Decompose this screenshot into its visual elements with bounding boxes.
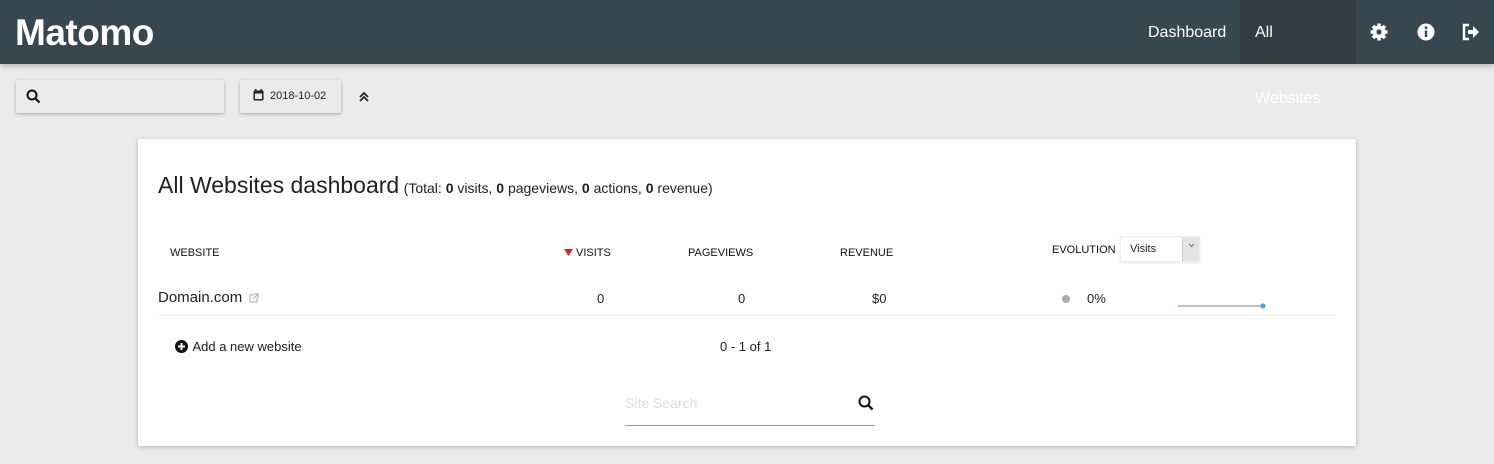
top-navbar: Matomo Dashboard All Websites: [0, 0, 1494, 107]
pageviews-cell: 0: [738, 291, 746, 306]
search-input[interactable]: [16, 80, 224, 113]
evolution-metric-select[interactable]: Visits: [1120, 236, 1200, 262]
evolution-cell: 0%: [1087, 291, 1106, 306]
all-websites-card: All Websites dashboard (Total: 0 visits,…: [138, 139, 1356, 446]
row-divider: [158, 315, 1336, 316]
revenue-label: revenue): [653, 180, 713, 196]
evolution-select-value: Visits: [1130, 243, 1157, 255]
sort-desc-icon: [564, 249, 573, 256]
visits-cell: 0: [597, 291, 605, 306]
search-icon[interactable]: [858, 395, 874, 411]
pageviews-label: pageviews,: [504, 180, 582, 196]
search-icon: [26, 89, 41, 104]
website-link[interactable]: Domain.com: [158, 289, 242, 306]
matomo-logo[interactable]: Matomo: [15, 12, 154, 54]
header-visits[interactable]: Visits: [576, 247, 611, 259]
visits-label: visits,: [453, 180, 497, 196]
total-prefix: (Total:: [403, 180, 446, 196]
external-link-icon[interactable]: [249, 293, 259, 303]
plus-circle-icon: [175, 340, 188, 353]
pagination-label: 0 - 1 of 1: [720, 339, 772, 354]
collapse-chevron-icon[interactable]: [358, 91, 370, 103]
page-title: All Websites dashboard: [158, 172, 400, 198]
date-picker-button[interactable]: 2018-10-02: [240, 80, 341, 113]
gear-icon[interactable]: [1369, 22, 1389, 42]
header-revenue[interactable]: Revenue: [840, 247, 893, 259]
add-website-button[interactable]: Add a new website: [175, 338, 302, 356]
date-label: 2018-10-02: [270, 90, 327, 102]
sparkline[interactable]: [1176, 301, 1268, 309]
add-website-label: Add a new website: [192, 339, 302, 354]
info-icon[interactable]: [1416, 22, 1436, 42]
total-revenue: 0: [645, 180, 654, 196]
total-actions: 0: [581, 180, 590, 196]
revenue-cell: $0: [872, 291, 887, 306]
evolution-neutral-dot-icon: [1062, 295, 1070, 303]
site-search-input[interactable]: Site Search: [625, 389, 875, 426]
site-search-placeholder: Site Search: [625, 395, 698, 411]
total-pageviews: 0: [496, 180, 505, 196]
header-pageviews[interactable]: Pageviews: [688, 247, 753, 259]
actions-label: actions,: [589, 180, 646, 196]
sign-out-icon[interactable]: [1461, 22, 1481, 42]
nav-all-websites[interactable]: All Websites: [1240, 0, 1356, 107]
dashboard-title: All Websites dashboard (Total: 0 visits,…: [158, 172, 713, 199]
chevron-down-icon: [1182, 237, 1199, 261]
nav-dashboard[interactable]: Dashboard: [1133, 0, 1241, 64]
header-website[interactable]: Website: [170, 247, 220, 259]
calendar-icon: [253, 89, 264, 101]
header-evolution: Evolution: [1052, 244, 1116, 256]
